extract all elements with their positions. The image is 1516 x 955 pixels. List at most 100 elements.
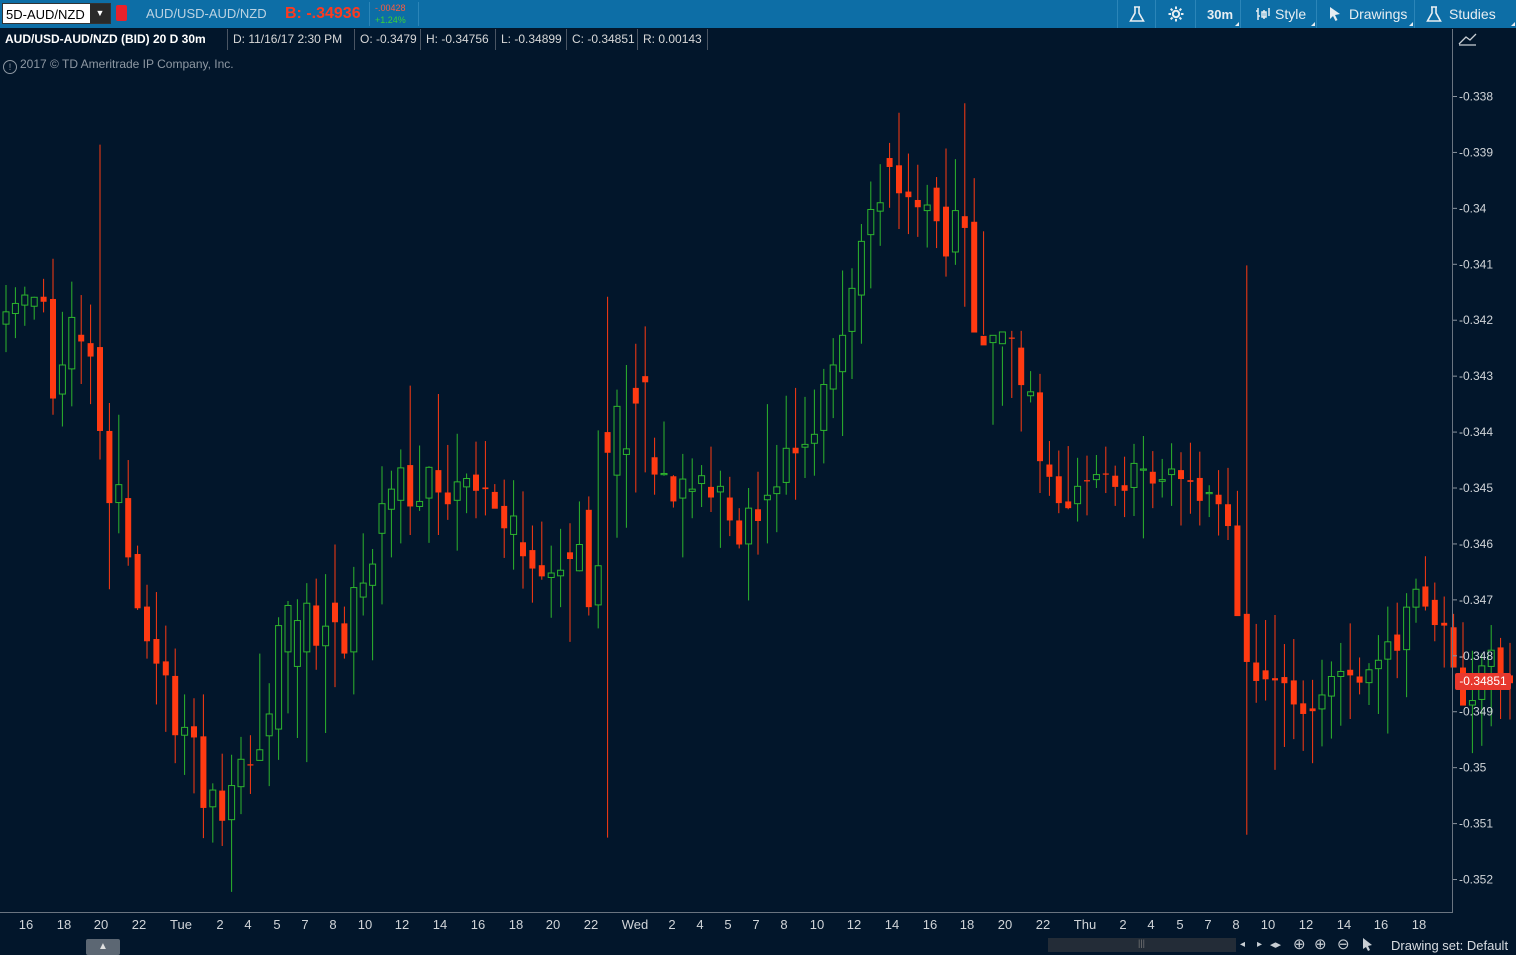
candle [1478,653,1486,746]
candle [1327,661,1335,739]
candle [651,437,658,495]
candle [1205,485,1213,518]
candle-body [1018,347,1025,386]
candle-body [1300,703,1307,714]
candle [1065,446,1072,510]
candle [660,421,668,476]
candle [444,444,451,520]
time-tick-label: 16 [923,917,937,932]
candle-body [1290,680,1297,705]
candle [726,476,733,537]
candle [1253,623,1260,703]
candle [575,501,583,572]
candle [256,653,264,761]
candle-body [1055,476,1062,504]
expand-panel-button[interactable]: ▲ [86,939,120,955]
candle-body [1318,694,1326,710]
candle-body [642,376,649,383]
scroll-left-icon[interactable]: ◂ [1240,939,1245,950]
candle-body [1394,634,1401,651]
candle-body [407,465,414,507]
candle [265,683,273,787]
candle [547,545,555,618]
time-tick-label: 18 [960,917,974,932]
candle-body [435,470,442,493]
candle-body [256,749,264,761]
candle-body [951,210,959,253]
candle-body [378,503,386,534]
zoom-out-icon[interactable]: ⊖ [1337,935,1350,953]
candle [848,268,856,379]
candle [397,449,405,544]
candle [782,395,790,495]
time-tick-label: 22 [584,917,598,932]
candle [1412,578,1420,623]
time-tick-label: 16 [471,917,485,932]
horizontal-scrollbar[interactable]: ||| [1048,938,1236,952]
candle [763,404,771,544]
candle [322,574,330,733]
time-tick-label: 8 [1232,917,1239,932]
candle-body [848,287,856,332]
candle [679,453,687,558]
candle-body [491,491,498,509]
scroll-grip-icon: ||| [1138,938,1146,948]
candle-body [501,505,508,529]
candle-body [50,298,56,399]
candle-body [265,713,273,737]
zoom-in-icon[interactable]: ⊕ [1314,935,1327,953]
time-tick-label: 22 [1036,917,1050,932]
crosshair-icon[interactable]: ⊕ [1293,935,1306,953]
candle-body [416,500,424,507]
candle-body [708,486,714,498]
candle [1422,556,1429,611]
candle [896,112,902,230]
candle [1027,371,1035,403]
candle [1215,470,1222,536]
candle-body [1139,468,1147,471]
candle-body [97,347,103,431]
candle [453,433,461,551]
last-price-badge: -0.34851 [1455,673,1511,690]
candle [1384,606,1392,734]
pointer-icon[interactable] [1362,937,1374,952]
candle [1309,679,1316,764]
candle [989,334,997,425]
candle-body [1084,480,1090,482]
price-tick-label: -0.346 [1459,537,1493,551]
candle-body [1121,485,1128,491]
candle-body [923,204,931,212]
candle-body [575,543,583,572]
candle-body [716,485,724,493]
price-tick-label: -0.351 [1459,817,1493,831]
candle-body [585,509,592,608]
candle-body [115,484,123,504]
zoom-fit-icon[interactable]: ◂▸ [1270,938,1281,951]
price-tick-label: -0.342 [1459,313,1493,327]
candlestick-chart[interactable]: -0.338 -0.339 -0.34 -0.341 -0.342 -0.343 -0.34… [0,0,1516,935]
candle [1460,622,1466,706]
scroll-right-icon[interactable]: ▸ [1257,939,1262,950]
candle-body [1347,669,1354,676]
candle-body [322,625,330,647]
candle [369,548,377,661]
candle [1018,330,1025,432]
candle [134,545,141,610]
candle [905,153,912,235]
candle [529,525,536,603]
candle [510,480,518,570]
candle [219,753,226,846]
candle-body [134,554,141,609]
candle-body [444,492,451,505]
time-tick-label: 4 [1147,917,1154,932]
candle-body [1337,670,1345,677]
candle [520,491,526,589]
candle-body [1412,588,1420,608]
candle [1008,330,1015,398]
candle-body [1309,708,1316,712]
candle [359,533,367,616]
candle [275,617,283,760]
price-tick-label: -0.349 [1459,705,1493,719]
candle [350,566,358,695]
candle [87,304,94,405]
